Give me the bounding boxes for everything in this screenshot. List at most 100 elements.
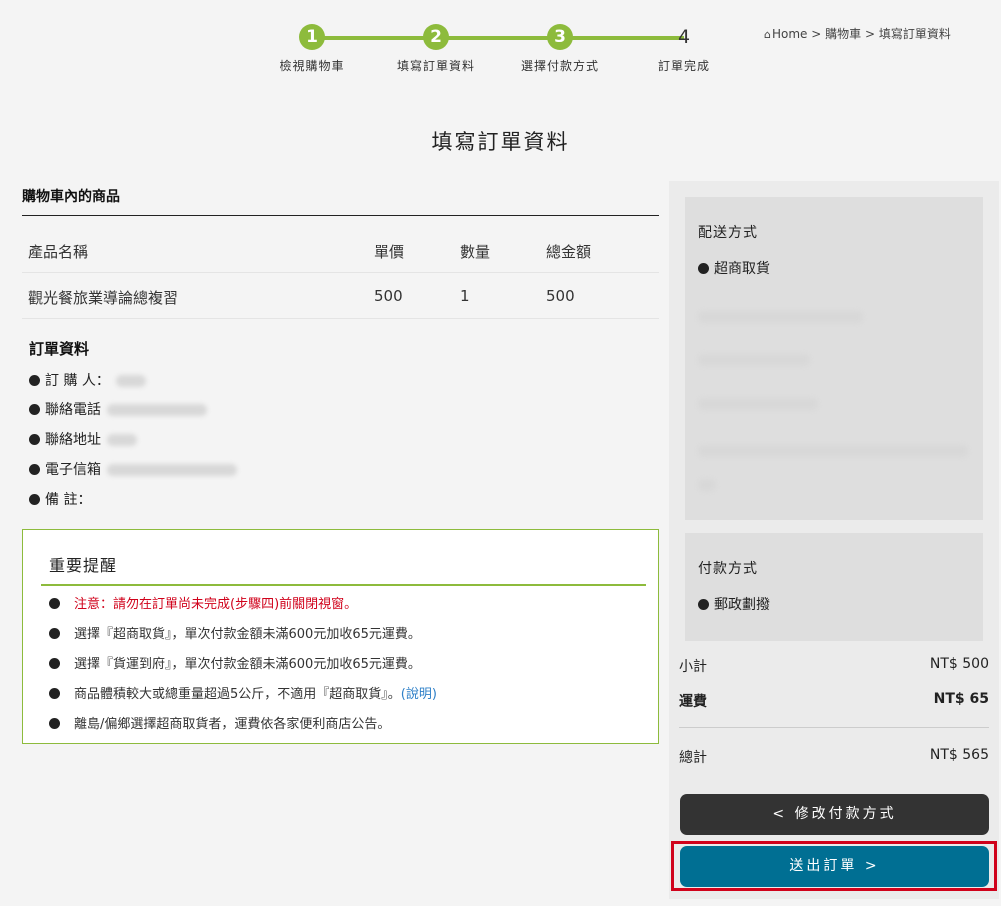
header-total: 總金額 <box>546 243 592 261</box>
important-notice: 重要提醒 注意：請勿在訂單尚未完成(步驟四)前關閉視窗。 選擇『超商取貨』，單次… <box>22 529 659 744</box>
step-label: 訂單完成 <box>657 59 710 73</box>
order-info-title: 訂單資料 <box>29 340 90 358</box>
page-title: 填寫訂單資料 <box>431 130 570 154</box>
step-3: 3 選擇付款方式 <box>510 22 610 74</box>
info-phone: 聯絡電話 <box>29 399 207 419</box>
redacted-store-id <box>698 354 810 366</box>
bullet-icon <box>698 599 709 610</box>
cart-section-title: 購物車內的商品 <box>22 189 120 205</box>
subtotal-value: NT$ 500 <box>929 656 989 672</box>
payment-title: 付款方式 <box>698 561 758 577</box>
info-label: 訂 購 人： <box>45 373 110 389</box>
breadcrumb-home-link[interactable]: Home <box>772 27 807 41</box>
unit-price: 500 <box>374 287 403 305</box>
info-buyer: 訂 購 人： <box>29 370 146 390</box>
redacted-address <box>698 445 968 457</box>
breadcrumb-current: 填寫訂單資料 <box>878 27 951 41</box>
bullet-icon <box>29 494 40 505</box>
cart-table-header: 產品名稱 單價 數量 總金額 <box>22 227 659 273</box>
bullet-icon <box>49 658 60 669</box>
total-row: 總計 NT$ 565 <box>679 747 989 767</box>
divider <box>679 727 989 728</box>
row-total: 500 <box>546 287 575 305</box>
redacted-value <box>107 434 137 446</box>
notice-item: 選擇『超商取貨』，單次付款金額未滿600元加收65元運費。 <box>49 623 421 642</box>
redacted-receiver <box>698 398 818 410</box>
step-label: 填寫訂單資料 <box>396 59 475 73</box>
step-label: 選擇付款方式 <box>520 59 599 73</box>
redacted-store <box>698 311 863 323</box>
payment-method: 郵政劃撥 <box>698 594 770 614</box>
shipping-box: 配送方式 超商取貨 <box>685 197 983 520</box>
info-email: 電子信箱 <box>29 459 237 479</box>
redacted-address-line2 <box>698 479 716 491</box>
header-unit-price: 單價 <box>374 243 405 261</box>
bullet-icon <box>29 464 40 475</box>
info-address: 聯絡地址 <box>29 429 137 449</box>
notice-text: 選擇『貨運到府』，單次付款金額未滿600元加收65元運費。 <box>74 657 421 672</box>
notice-text: 離島/偏鄉選擇超商取貨者，運費依各家便利商店公告。 <box>74 717 391 732</box>
divider <box>22 215 659 216</box>
notice-text: 商品體積較大或總重量超過5公斤，不適用『超商取貨』。 <box>74 687 401 702</box>
table-row: 觀光餐旅業導論總複習 500 1 500 <box>22 273 659 319</box>
info-note: 備 註： <box>29 489 91 509</box>
step-number: 3 <box>547 24 573 50</box>
notice-item: 離島/偏鄉選擇超商取貨者，運費依各家便利商店公告。 <box>49 713 390 732</box>
modify-payment-button[interactable]: < 修改付款方式 <box>680 794 989 835</box>
bullet-icon <box>29 375 40 386</box>
product-name: 觀光餐旅業導論總複習 <box>28 289 179 307</box>
breadcrumb-separator: > <box>864 27 876 41</box>
breadcrumb-cart-link[interactable]: 購物車 <box>825 27 861 41</box>
divider <box>41 584 646 586</box>
notice-text: 選擇『超商取貨』，單次付款金額未滿600元加收65元運費。 <box>74 627 421 642</box>
total-label: 總計 <box>679 750 707 766</box>
bullet-icon <box>29 404 40 415</box>
step-number: 1 <box>299 24 325 50</box>
step-label: 檢視購物車 <box>279 59 345 73</box>
shipping-title: 配送方式 <box>698 225 758 241</box>
notice-title: 重要提醒 <box>49 556 118 575</box>
redacted-value <box>107 464 237 476</box>
info-label: 電子信箱 <box>45 462 101 478</box>
order-summary-panel: 配送方式 超商取貨 付款方式 郵政劃撥 小計 NT$ 500 運費 NT$ 65… <box>669 181 999 899</box>
bullet-icon <box>49 628 60 639</box>
step-number: 2 <box>423 24 449 50</box>
breadcrumb-separator: > <box>811 27 822 41</box>
notice-text: 注意：請勿在訂單尚未完成(步驟四)前關閉視窗。 <box>74 597 358 612</box>
step-number: 4 <box>677 26 691 48</box>
payment-method-text: 郵政劃撥 <box>714 597 770 613</box>
explanation-link[interactable]: (說明) <box>401 687 437 702</box>
redacted-value <box>107 404 207 416</box>
bullet-icon <box>49 598 60 609</box>
info-label: 聯絡電話 <box>45 402 101 418</box>
shipping-method-text: 超商取貨 <box>714 261 770 277</box>
step-1: 1 檢視購物車 <box>262 22 362 74</box>
redacted-value <box>115 375 146 387</box>
shipping-fee-value: NT$ 65 <box>933 691 989 707</box>
shipping-method: 超商取貨 <box>698 258 770 278</box>
shipping-fee-row: 運費 NT$ 65 <box>679 691 989 711</box>
payment-box: 付款方式 郵政劃撥 <box>685 533 983 641</box>
bullet-icon <box>49 718 60 729</box>
checkout-steps: 1 檢視購物車 2 填寫訂單資料 3 選擇付款方式 4 訂單完成 <box>270 22 730 82</box>
notice-item: 商品體積較大或總重量超過5公斤，不適用『超商取貨』。(說明) <box>49 683 437 702</box>
info-label: 聯絡地址 <box>45 432 101 448</box>
header-product-name: 產品名稱 <box>28 243 89 261</box>
total-value: NT$ 565 <box>929 747 989 763</box>
subtotal-label: 小計 <box>679 659 707 675</box>
quantity: 1 <box>460 287 470 305</box>
home-icon: ⌂ <box>764 28 771 41</box>
step-2: 2 填寫訂單資料 <box>386 22 486 74</box>
submit-order-button[interactable]: 送出訂單 > <box>680 846 989 887</box>
bullet-icon <box>49 688 60 699</box>
subtotal-row: 小計 NT$ 500 <box>679 656 989 676</box>
step-4: 4 訂單完成 <box>634 22 734 74</box>
notice-item: 注意：請勿在訂單尚未完成(步驟四)前關閉視窗。 <box>49 593 357 612</box>
notice-item: 選擇『貨運到府』，單次付款金額未滿600元加收65元運費。 <box>49 653 421 672</box>
shipping-fee-label: 運費 <box>679 694 707 710</box>
info-label: 備 註： <box>45 492 92 508</box>
header-quantity: 數量 <box>460 243 491 261</box>
bullet-icon <box>698 263 709 274</box>
bullet-icon <box>29 434 40 445</box>
breadcrumb: ⌂Home > 購物車 > 填寫訂單資料 <box>764 25 951 42</box>
